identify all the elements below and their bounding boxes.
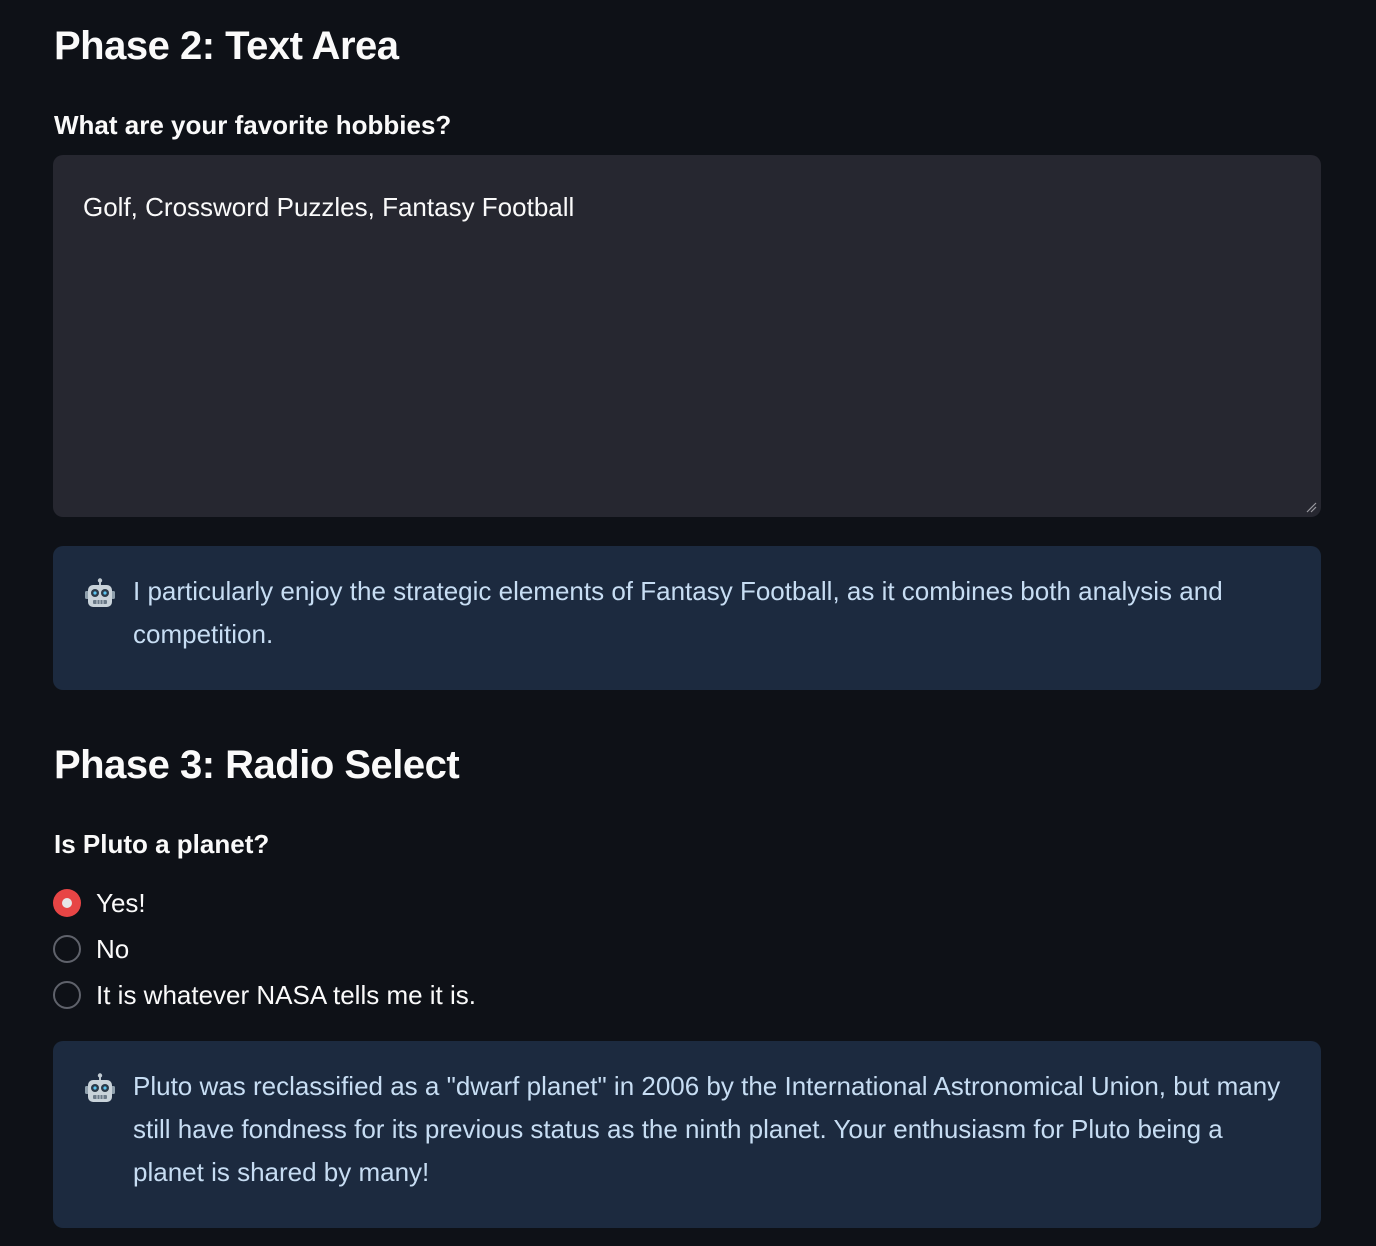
radio-label: Yes! [96, 887, 146, 918]
radio-label: No [96, 933, 130, 964]
hobbies-label: What are your favorite hobbies? [54, 110, 452, 140]
pluto-label: Is Pluto a planet? [54, 829, 270, 859]
assistant-message-text: I particularly enjoy the strategic eleme… [133, 576, 1223, 649]
pluto-radio-group: Yes! No It is whatever NASA tells me it … [53, 880, 476, 1018]
phase3-heading: Phase 3: Radio Select [54, 743, 460, 787]
radio-unchecked-icon[interactable] [53, 935, 81, 963]
radio-checked-icon[interactable] [53, 889, 81, 917]
assistant-message-pluto: Pluto was reclassified as a "dwarf plane… [53, 1041, 1321, 1228]
robot-icon [85, 578, 115, 607]
phase2-heading: Phase 2: Text Area [54, 24, 399, 68]
radio-unchecked-icon[interactable] [53, 981, 81, 1009]
radio-option-nasa[interactable]: It is whatever NASA tells me it is. [53, 972, 476, 1018]
assistant-message-hobbies: I particularly enjoy the strategic eleme… [53, 546, 1321, 690]
radio-option-no[interactable]: No [53, 926, 476, 972]
hobbies-textarea[interactable] [53, 155, 1321, 517]
assistant-message-text: Pluto was reclassified as a "dwarf plane… [133, 1071, 1281, 1187]
radio-option-yes[interactable]: Yes! [53, 880, 476, 926]
resize-handle-icon[interactable] [1305, 501, 1317, 513]
hobbies-textarea-container [53, 155, 1321, 517]
robot-icon [85, 1073, 115, 1102]
radio-label: It is whatever NASA tells me it is. [96, 979, 477, 1010]
